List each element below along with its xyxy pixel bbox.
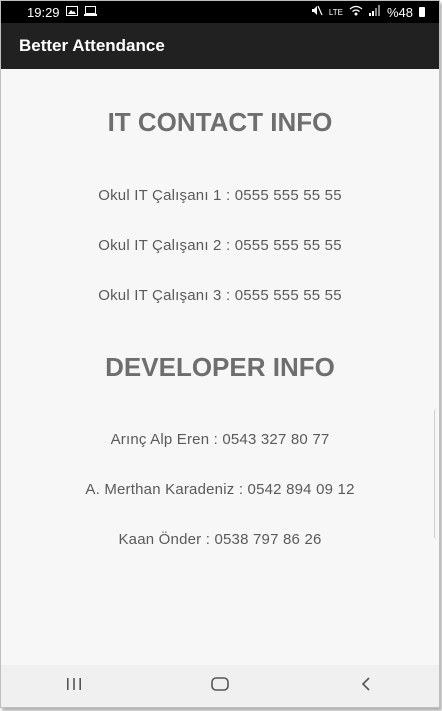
app-bar: Better Attendance xyxy=(1,23,439,69)
developer-entry-2: A. Merthan Karadeniz : 0542 894 09 12 xyxy=(85,481,355,498)
developer-info-heading: DEVELOPER INFO xyxy=(105,352,335,382)
recents-button[interactable] xyxy=(44,671,104,701)
phone-screen: 19:29 LTE %48 Better Attendance IT CONTA… xyxy=(0,0,440,708)
status-right: LTE %48 xyxy=(311,5,425,20)
signal-icon xyxy=(368,5,381,19)
it-contact-heading: IT CONTACT INFO xyxy=(107,107,333,137)
content-area: IT CONTACT INFO Okul IT Çalışanı 1 : 055… xyxy=(1,69,439,665)
it-contact-entry-2: Okul IT Çalışanı 2 : 0555 555 55 55 xyxy=(98,237,342,254)
developer-entry-1: Arınç Alp Eren : 0543 327 80 77 xyxy=(110,431,330,448)
back-icon xyxy=(359,676,373,697)
navigation-bar xyxy=(1,665,439,707)
edge-panel-handle[interactable] xyxy=(434,409,439,539)
app-title: Better Attendance xyxy=(19,36,165,55)
wifi-icon xyxy=(349,5,363,19)
home-icon xyxy=(210,676,230,696)
volte-icon: LTE xyxy=(328,7,343,17)
recents-icon xyxy=(65,677,83,696)
battery-level: %48 xyxy=(386,4,413,20)
status-time: 19:29 xyxy=(27,4,60,20)
image-icon xyxy=(65,5,78,19)
developer-entry-3: Kaan Önder : 0538 797 86 26 xyxy=(118,531,322,548)
battery-icon xyxy=(419,7,425,17)
it-contact-entry-3: Okul IT Çalışanı 3 : 0555 555 55 55 xyxy=(98,287,342,304)
it-contact-entry-1: Okul IT Çalışanı 1 : 0555 555 55 55 xyxy=(98,187,342,204)
mute-icon xyxy=(311,5,323,19)
monitor-icon xyxy=(83,5,97,19)
home-button[interactable] xyxy=(190,671,250,701)
status-bar: 19:29 LTE %48 xyxy=(1,1,439,23)
back-button[interactable] xyxy=(336,671,396,701)
status-left: 19:29 xyxy=(27,5,97,20)
